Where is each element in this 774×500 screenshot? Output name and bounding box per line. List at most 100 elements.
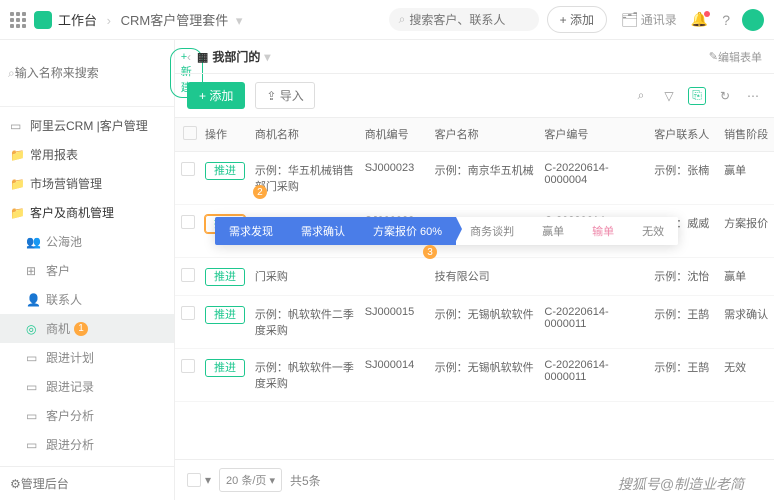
cell-name: 示例：帆软软件一季度采购 xyxy=(255,359,365,391)
sidebar-item[interactable]: ▭商机分析 xyxy=(0,459,174,466)
progress-step[interactable]: 需求确认 xyxy=(287,217,359,245)
column-header[interactable]: 商机名称 xyxy=(255,126,365,143)
cell-customer: 技有限公司 xyxy=(435,268,545,284)
promote-button[interactable]: 推进 xyxy=(205,359,245,377)
selection-dropdown-icon[interactable]: ▾ xyxy=(205,473,211,487)
cell-name: 门采购 xyxy=(255,268,365,284)
promote-button[interactable]: 推进 xyxy=(205,268,245,286)
row-checkbox[interactable] xyxy=(181,306,195,320)
cell-stage: 无效 xyxy=(724,359,774,375)
edit-form-link[interactable]: ✎ 编辑表单 xyxy=(709,49,762,65)
select-all[interactable] xyxy=(183,126,197,140)
promote-button[interactable]: 推进 xyxy=(205,162,245,180)
cell-no: SJ000015 xyxy=(365,306,435,318)
cell-customer: 示例：无锡帆软软件 xyxy=(435,306,545,322)
menu-icon: 👤 xyxy=(26,293,40,307)
contacts-button[interactable]: 🗂通讯录 xyxy=(621,11,677,28)
breadcrumb-current[interactable]: CRM客户管理套件 xyxy=(121,13,229,28)
row-checkbox[interactable] xyxy=(181,268,195,282)
avatar[interactable] xyxy=(742,9,764,31)
cell-customer-no: C-20220614-0000011 xyxy=(544,306,654,330)
breadcrumb-root[interactable]: 工作台 xyxy=(58,13,97,28)
sidebar-item[interactable]: ▭ 客户分析 xyxy=(0,401,174,430)
sidebar-item[interactable]: 📁客户及商机管理 xyxy=(0,198,174,227)
menu-icon: ⊞ xyxy=(26,264,40,278)
sidebar-item[interactable]: ▭ 跟进记录 xyxy=(0,372,174,401)
apps-icon[interactable] xyxy=(10,12,26,28)
page-size-select[interactable]: 20 条/页 ▾ xyxy=(219,468,282,492)
refresh-icon[interactable]: ↻ xyxy=(716,87,734,105)
progress-step[interactable]: 无效 xyxy=(628,217,678,245)
sidebar-item-label: 客户分析 xyxy=(46,407,94,424)
cell-stage: 需求确认 xyxy=(724,306,774,322)
sidebar-item[interactable]: 📁常用报表 xyxy=(0,140,174,169)
cell-name: 示例：帆软软件二季度采购 xyxy=(255,306,365,338)
row-checkbox[interactable] xyxy=(181,359,195,373)
table-row[interactable]: 推进门采购技有限公司示例：沈怡赢单 xyxy=(175,258,774,296)
menu-icon: ▭ xyxy=(26,409,40,423)
row-checkbox[interactable] xyxy=(181,215,195,229)
sidebar-item[interactable]: ⊞ 客户 xyxy=(0,256,174,285)
promote-button[interactable]: 推进 xyxy=(205,306,245,324)
notification-icon[interactable]: 🔔 xyxy=(691,11,708,28)
column-header[interactable]: 客户联系人 xyxy=(654,126,724,143)
sidebar-item[interactable]: ▭ 阿里云CRM |客户管理 xyxy=(0,111,174,140)
menu-icon: ◎ xyxy=(26,322,40,336)
search-icon[interactable]: ⌕ xyxy=(632,87,650,105)
sidebar-item-label: 常用报表 xyxy=(30,146,78,163)
sidebar-item[interactable]: ▭跟进计划 xyxy=(0,343,174,372)
sidebar-item[interactable]: 👥公海池 xyxy=(0,227,174,256)
back-icon[interactable]: ‹ xyxy=(187,50,191,64)
global-search[interactable]: ⌕ xyxy=(389,8,539,31)
column-header[interactable] xyxy=(175,126,205,143)
sidebar-search[interactable]: ⌕ xyxy=(8,48,170,98)
admin-backend-link[interactable]: ⚙ 管理后台 xyxy=(0,466,174,500)
column-header[interactable]: 销售阶段 xyxy=(724,126,774,143)
total-count: 共5条 xyxy=(290,472,321,489)
column-header[interactable]: 商机编号 xyxy=(365,126,435,143)
settings-icon[interactable]: ⎘ xyxy=(688,87,706,105)
select-all-checkbox[interactable] xyxy=(187,473,201,487)
progress-step[interactable]: 输单 xyxy=(578,217,628,245)
cell-contact: 示例：张楠 xyxy=(654,162,724,178)
filter-icon[interactable]: ▽ xyxy=(660,87,678,105)
sidebar-item-label: 客户 xyxy=(46,262,70,279)
admin-label: 管理后台 xyxy=(21,475,69,492)
table-row[interactable]: 推进示例：帆软软件一季度采购SJ000014示例：无锡帆软软件C-2022061… xyxy=(175,349,774,402)
sidebar-item-label: 商机 xyxy=(46,320,70,337)
stage-progress: 需求发现需求确认方案报价 60%商务谈判赢单输单无效 xyxy=(215,217,678,245)
sidebar-search-input[interactable] xyxy=(15,66,170,80)
cell-stage: 赢单 xyxy=(724,162,774,178)
sidebar-item[interactable]: 📁市场营销管理 xyxy=(0,169,174,198)
search-input[interactable] xyxy=(409,13,564,27)
sidebar-item[interactable]: 👤联系人 xyxy=(0,285,174,314)
add-record-button[interactable]: + 添加 xyxy=(187,82,245,109)
cell-contact: 示例：王鹄 xyxy=(654,359,724,375)
cell-customer: 示例：南京华五机械 xyxy=(435,162,545,178)
sidebar-item[interactable]: ◎商机1 xyxy=(0,314,174,343)
more-icon[interactable]: ⋯ xyxy=(744,87,762,105)
scope-selector[interactable]: ▦ 我部门的 ▾ xyxy=(197,48,270,65)
add-button[interactable]: + 添加 xyxy=(547,6,607,33)
progress-step[interactable]: 需求发现 xyxy=(215,217,287,245)
menu-icon: ▭ xyxy=(10,119,24,133)
menu-icon: 📁 xyxy=(10,206,24,220)
sidebar: ⌕ + 新建 ▭阿里云CRM |客户管理📁常用报表📁市场营销管理📁客户及商机管理… xyxy=(0,40,175,500)
table-row[interactable]: 推进示例：帆软软件二季度采购SJ000015示例：无锡帆软软件C-2022061… xyxy=(175,296,774,349)
pencil-icon: ✎ xyxy=(709,50,718,63)
import-button[interactable]: ⇪ 导入 xyxy=(255,82,314,109)
column-header[interactable]: 客户名称 xyxy=(435,126,545,143)
sidebar-item-label: 阿里云CRM |客户管理 xyxy=(30,117,148,134)
search-icon: ⌕ xyxy=(8,66,15,81)
column-header[interactable]: 操作 xyxy=(205,126,255,143)
progress-step[interactable]: 方案报价 60% xyxy=(359,217,456,245)
progress-step[interactable]: 商务谈判 xyxy=(456,217,528,245)
row-checkbox[interactable] xyxy=(181,162,195,176)
menu-icon: ▭ xyxy=(26,380,40,394)
sidebar-item[interactable]: ▭跟进分析 xyxy=(0,430,174,459)
progress-step[interactable]: 赢单 xyxy=(528,217,578,245)
sidebar-item-label: 跟进记录 xyxy=(46,378,94,395)
column-header[interactable]: 客户编号 xyxy=(544,126,654,143)
chevron-down-icon[interactable]: ▾ xyxy=(236,13,243,28)
help-icon[interactable]: ? xyxy=(722,12,730,28)
